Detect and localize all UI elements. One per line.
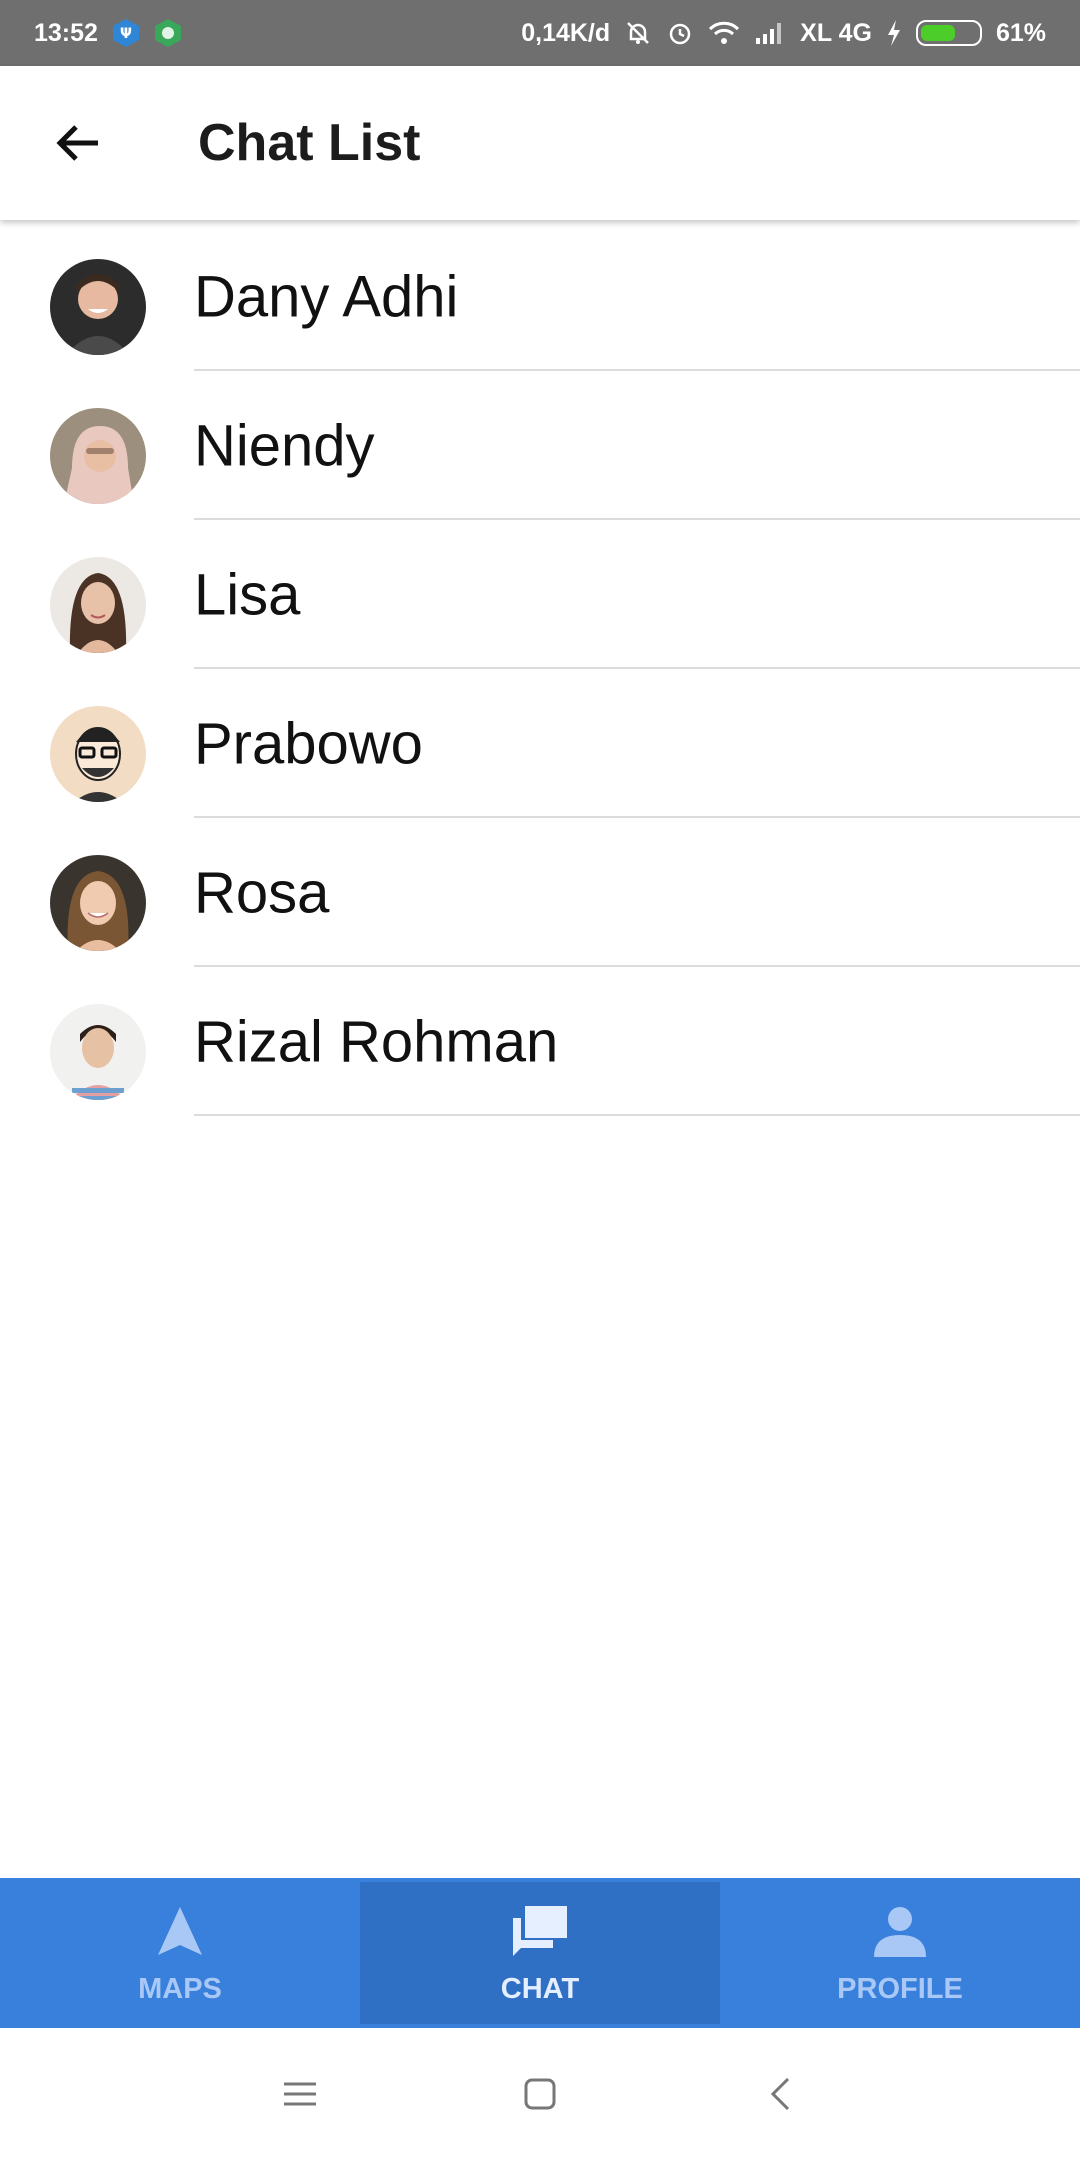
- chat-list: Dany Adhi Niendy Lisa Prabowo Rosa Rizal: [0, 222, 1080, 1116]
- charging-icon: [886, 19, 902, 47]
- navigation-arrow-icon: [156, 1901, 204, 1961]
- nav-label: PROFILE: [837, 1972, 963, 2005]
- chat-name: Niendy: [194, 413, 375, 478]
- app-bar: Chat List: [0, 66, 1080, 220]
- nav-label: CHAT: [500, 1972, 580, 2005]
- avatar: [50, 259, 146, 355]
- nav-item-profile[interactable]: PROFILE: [720, 1878, 1080, 2028]
- chat-name: Dany Adhi: [194, 264, 459, 329]
- chat-name: Lisa: [194, 562, 301, 627]
- svg-text:Ψ: Ψ: [120, 26, 132, 42]
- arrow-left-icon: [56, 125, 98, 161]
- menu-icon: [284, 2082, 316, 2106]
- system-navigation-bar: [0, 2028, 1080, 2160]
- page-title: Chat List: [198, 114, 421, 172]
- app-notification-icon-1: Ψ: [112, 18, 140, 48]
- avatar: [50, 408, 146, 504]
- system-back-button[interactable]: [750, 2064, 810, 2124]
- back-button[interactable]: [48, 113, 108, 173]
- chat-list-item[interactable]: Dany Adhi: [0, 222, 1080, 371]
- back-chevron-icon: [770, 2077, 790, 2111]
- battery-icon: [915, 20, 982, 46]
- chat-list-item[interactable]: Lisa: [0, 520, 1080, 669]
- nav-item-chat[interactable]: CHAT: [360, 1882, 720, 2024]
- carrier-label: XL 4G: [800, 18, 872, 47]
- chat-list-item[interactable]: Prabowo: [0, 669, 1080, 818]
- avatar: [50, 855, 146, 951]
- menu-button[interactable]: [270, 2064, 330, 2124]
- battery-percent: 61%: [995, 18, 1046, 47]
- chat-name: Rosa: [194, 860, 330, 925]
- chat-list-item[interactable]: Rosa: [0, 818, 1080, 967]
- divider: [194, 1114, 1080, 1116]
- avatar: [50, 706, 146, 802]
- person-icon: [873, 1901, 927, 1961]
- network-speed: 0,14K/d: [521, 18, 611, 47]
- wifi-icon: [708, 20, 740, 46]
- bottom-navigation: MAPS CHAT PROFILE: [0, 1878, 1080, 2028]
- home-button[interactable]: [510, 2064, 570, 2124]
- chat-list-item[interactable]: Rizal Rohman: [0, 967, 1080, 1116]
- alarm-icon: [666, 19, 694, 47]
- chat-list-item[interactable]: Niendy: [0, 371, 1080, 520]
- nav-item-maps[interactable]: MAPS: [0, 1878, 360, 2028]
- home-square-icon: [524, 2078, 556, 2110]
- app-notification-icon-2: [154, 18, 182, 48]
- nav-label: MAPS: [138, 1972, 222, 2005]
- chat-name: Prabowo: [194, 711, 423, 776]
- status-bar: 13:52 Ψ 0,14K/d XL 4G 61%: [0, 0, 1080, 66]
- status-left: 13:52 Ψ: [34, 18, 182, 48]
- chat-name: Rizal Rohman: [194, 1009, 559, 1074]
- mute-bell-icon: [624, 19, 652, 47]
- status-time: 13:52: [34, 18, 98, 47]
- battery-level: [920, 25, 956, 41]
- avatar: [50, 1004, 146, 1100]
- signal-icon: [754, 20, 786, 46]
- avatar: [50, 557, 146, 653]
- status-right: 0,14K/d XL 4G 61%: [521, 19, 1046, 48]
- chat-bubbles-icon: [511, 1901, 569, 1961]
